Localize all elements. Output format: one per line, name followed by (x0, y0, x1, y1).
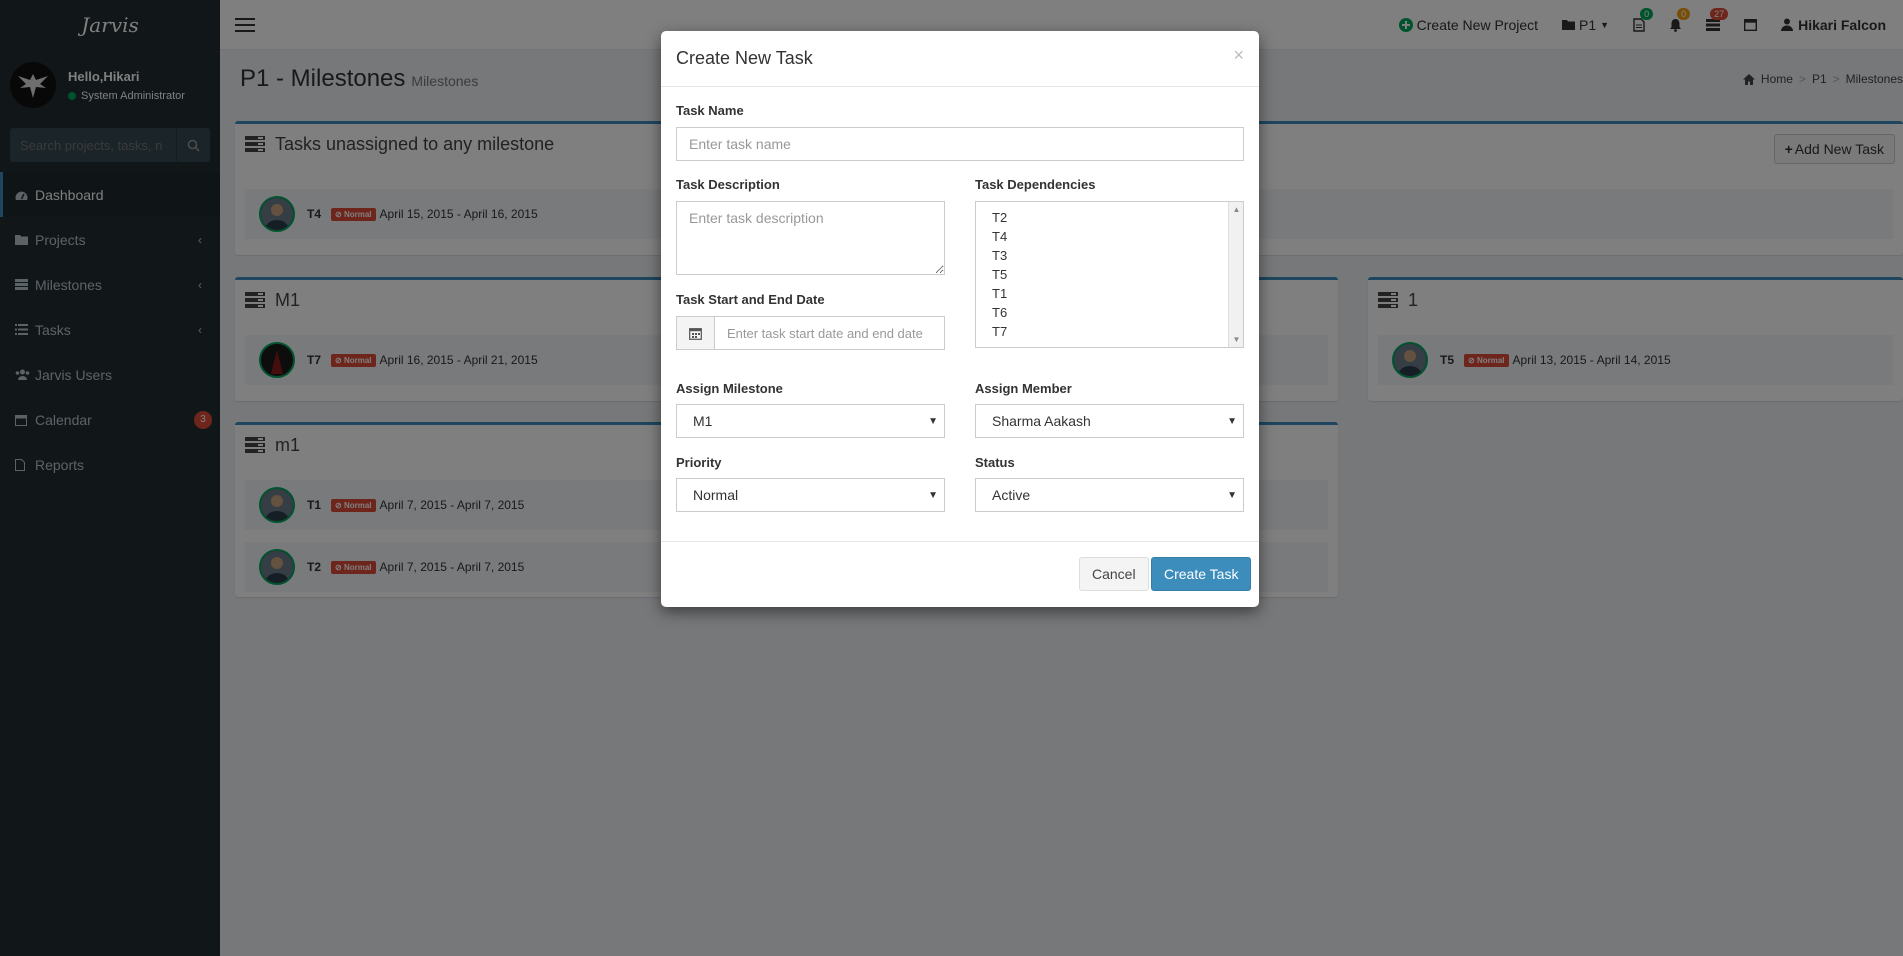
task-name-label: Task Name (676, 103, 744, 118)
create-task-modal: Create New Task × Task Name Task Descrip… (661, 31, 1259, 607)
scroll-up-arrow-icon[interactable]: ▲ (1229, 205, 1243, 214)
chevron-down-icon: ▼ (928, 489, 938, 501)
assign-milestone-label: Assign Milestone (676, 381, 783, 396)
task-date-label: Task Start and End Date (676, 292, 825, 307)
task-name-input[interactable] (676, 127, 1244, 161)
scrollbar[interactable]: ▲ ▼ (1228, 202, 1243, 347)
scroll-down-arrow-icon[interactable]: ▼ (1229, 335, 1243, 344)
task-description-label: Task Description (676, 177, 780, 192)
status-value: Active (992, 487, 1031, 503)
priority-select[interactable]: Normal ▼ (676, 478, 945, 512)
assign-member-select[interactable]: Sharma Aakash ▼ (975, 404, 1244, 438)
task-dependencies-select[interactable]: T2 T4 T3 T5 T1 T6 T7 ▲ ▼ (975, 201, 1244, 348)
calendar-icon[interactable] (677, 317, 715, 349)
assign-milestone-select[interactable]: M1 ▼ (676, 404, 945, 438)
dependency-option[interactable]: T2 (976, 208, 1243, 227)
priority-label: Priority (676, 455, 722, 470)
cancel-button[interactable]: Cancel (1079, 557, 1149, 591)
task-date-group (676, 316, 945, 350)
chevron-down-icon: ▼ (1227, 489, 1237, 501)
priority-value: Normal (693, 487, 739, 503)
close-icon[interactable]: × (1233, 45, 1244, 66)
task-description-input[interactable] (676, 201, 945, 275)
task-date-range-input[interactable] (715, 317, 944, 349)
create-task-button[interactable]: Create Task (1151, 557, 1252, 591)
modal-title: Create New Task (676, 48, 813, 68)
assign-member-label: Assign Member (975, 381, 1072, 396)
assign-member-value: Sharma Aakash (992, 413, 1091, 429)
task-dependencies-label: Task Dependencies (975, 177, 1096, 192)
dependency-option[interactable]: T1 (976, 284, 1243, 303)
assign-milestone-value: M1 (693, 413, 713, 429)
dependency-option[interactable]: T4 (976, 227, 1243, 246)
dependency-option[interactable]: T6 (976, 303, 1243, 322)
dependency-option[interactable]: T7 (976, 322, 1243, 341)
chevron-down-icon: ▼ (1227, 415, 1237, 427)
dependency-option[interactable]: T3 (976, 246, 1243, 265)
chevron-down-icon: ▼ (928, 415, 938, 427)
dependency-option[interactable]: T5 (976, 265, 1243, 284)
status-select[interactable]: Active ▼ (975, 478, 1244, 512)
modal-footer: Cancel Create Task (661, 541, 1259, 607)
status-label: Status (975, 455, 1015, 470)
